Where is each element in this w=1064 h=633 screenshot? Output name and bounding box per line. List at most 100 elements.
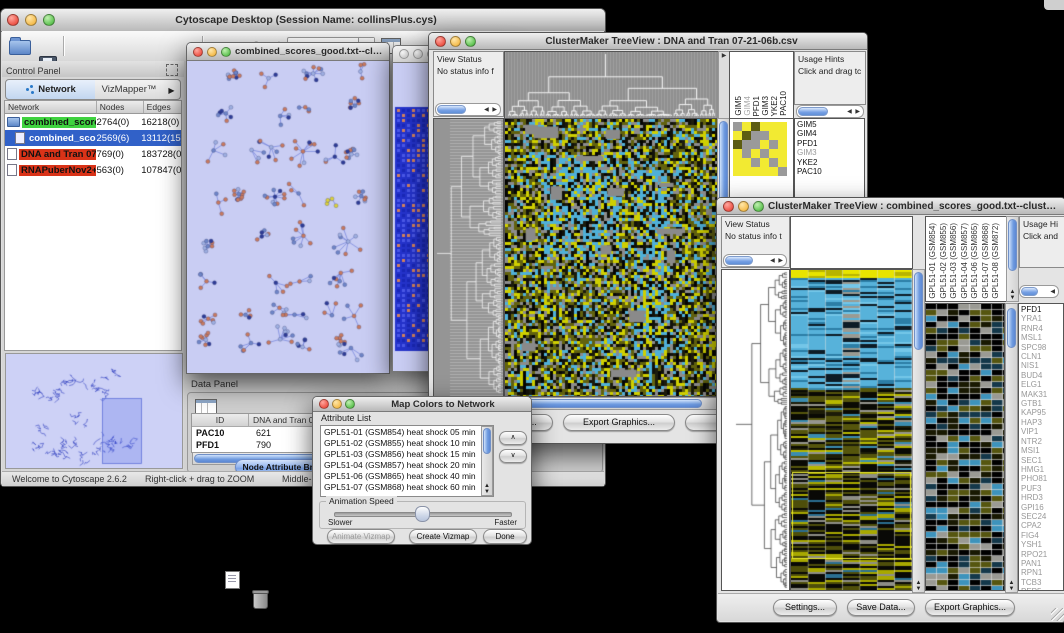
gene-item[interactable]: SPC98 (1019, 343, 1063, 352)
col-network[interactable]: Network (5, 101, 97, 113)
animate-vizmap-button[interactable]: Animate Vizmap (327, 529, 395, 544)
dna-heatmap-canvas[interactable] (504, 118, 718, 397)
gene-item[interactable]: HRD3 (1019, 493, 1063, 502)
move-down-button[interactable]: ∨ (499, 449, 527, 463)
gene-item[interactable]: PAN1 (1019, 559, 1063, 568)
combined-save-data-button[interactable]: Save Data... (847, 599, 915, 616)
combined-export-graphics-button[interactable]: Export Graphics... (925, 599, 1015, 616)
combined-heatmap-vscrollbar[interactable]: ▲▼ (912, 269, 925, 593)
usage-hints-scrollbar[interactable]: ◀ ▶ (796, 105, 864, 118)
close-icon[interactable] (399, 49, 409, 59)
delete-attribute-icon[interactable] (253, 592, 268, 609)
dna-export-graphics-button[interactable]: Export Graphics... (563, 414, 675, 431)
network-row[interactable]: combined_scores_2764(0)16218(0) (5, 114, 181, 130)
attribute-listbox[interactable]: GPL51-01 (GSM854) heat shock 05 minGPL51… (320, 425, 494, 497)
gene-item[interactable]: PEP5 (1019, 587, 1063, 591)
zoom-window-icon[interactable] (345, 399, 355, 409)
zoomed-heatmap-canvas[interactable] (925, 303, 1005, 591)
gene-item[interactable]: MSL1 (1019, 333, 1063, 342)
network-canvas[interactable] (188, 61, 386, 371)
zoom-window-icon[interactable] (465, 36, 476, 47)
col-edges[interactable]: Edges (144, 101, 181, 113)
gene-item[interactable]: GIM3 (795, 148, 864, 157)
attribute-item[interactable]: GPL51-06 (GSM865) heat shock 40 min (321, 471, 493, 482)
gene-item[interactable]: GPI16 (1019, 503, 1063, 512)
zoom-window-icon[interactable] (43, 14, 55, 26)
view-status-scrollbar-2[interactable]: ◀ ▶ (723, 254, 787, 267)
combined-heatmap-canvas[interactable] (790, 269, 913, 591)
gene-item[interactable]: YRA1 (1019, 314, 1063, 323)
gene-item[interactable]: MSI1 (1019, 446, 1063, 455)
gene-item[interactable]: CLN1 (1019, 352, 1063, 361)
minimize-icon[interactable] (332, 399, 342, 409)
gene-item[interactable]: CPA2 (1019, 521, 1063, 530)
minimize-icon[interactable] (450, 36, 461, 47)
close-icon[interactable] (193, 47, 203, 57)
tab-network[interactable]: Network (5, 79, 97, 100)
gene-item[interactable]: GTB1 (1019, 399, 1063, 408)
gene-item[interactable]: RNR4 (1019, 324, 1063, 333)
open-file-icon[interactable] (9, 40, 31, 55)
gene-item[interactable]: YKE2 (795, 158, 864, 167)
gene-item[interactable]: TCB3 (1019, 578, 1063, 587)
gene-item[interactable]: SEC1 (1019, 456, 1063, 465)
attribute-item[interactable]: GPL51-03 (GSM856) heat shock 15 min (321, 449, 493, 460)
gene-item[interactable]: PHO81 (1019, 474, 1063, 483)
attribute-item[interactable]: GPL51-01 (GSM854) heat shock 05 min (321, 427, 493, 438)
left-dendrogram-canvas-2[interactable] (721, 269, 790, 591)
birdseye-view[interactable] (5, 353, 183, 469)
network-row[interactable]: RNAPuberNov2+|563(0)107847(0) (5, 162, 181, 178)
close-icon[interactable] (7, 14, 19, 26)
treeview-combined-titlebar[interactable]: ClusterMaker TreeView : combined_scores_… (717, 198, 1064, 215)
minimize-icon[interactable] (738, 201, 749, 212)
network-row[interactable]: combined_sco2569(6)13112(15) (5, 130, 181, 146)
minimize-icon[interactable] (25, 14, 37, 26)
gene-item[interactable]: PFD1 (1019, 305, 1063, 314)
col-nodes[interactable]: Nodes (97, 101, 144, 113)
data-col-id[interactable]: ID (192, 414, 249, 426)
new-attribute-icon[interactable] (225, 571, 240, 589)
create-vizmap-button[interactable]: Create Vizmap (409, 529, 477, 544)
gene-item[interactable]: PAC10 (795, 167, 864, 176)
attribute-item[interactable]: GPL51-04 (GSM857) heat shock 20 min (321, 460, 493, 471)
dna-heatmap-hscrollbar[interactable] (504, 397, 719, 410)
gene-item[interactable]: RPO21 (1019, 550, 1063, 559)
move-up-button[interactable]: ∧ (499, 431, 527, 445)
similarity-matrix[interactable] (733, 122, 787, 176)
resize-grip[interactable] (1051, 608, 1064, 621)
map-colors-titlebar[interactable]: Map Colors to Network (313, 397, 531, 412)
gene-item[interactable]: MAK31 (1019, 390, 1063, 399)
gene-item[interactable]: GIM4 (795, 129, 864, 138)
treeview-dna-titlebar[interactable]: ClusterMaker TreeView : DNA and Tran 07-… (429, 33, 867, 50)
minimize-icon[interactable] (207, 47, 217, 57)
attribute-item[interactable]: GPL51-02 (GSM855) heat shock 10 min (321, 438, 493, 449)
gene-item[interactable]: ELG1 (1019, 380, 1063, 389)
done-button[interactable]: Done (483, 529, 527, 544)
network-view-titlebar[interactable]: combined_scores_good.txt--cluste... (187, 43, 389, 61)
tab-vizmapper[interactable]: VizMapper™ (95, 79, 164, 100)
top-dendrogram-canvas[interactable] (504, 51, 719, 119)
gene-item[interactable]: NTR2 (1019, 437, 1063, 446)
gene-item[interactable]: PUF3 (1019, 484, 1063, 493)
float-panel-icon[interactable] (166, 64, 178, 76)
zoom-window-icon[interactable] (753, 201, 764, 212)
tab-overflow-button[interactable]: ▶ (163, 79, 181, 100)
view-status-scrollbar[interactable]: ◀ ▶ (435, 103, 501, 116)
close-icon[interactable] (723, 201, 734, 212)
gene-list-vscrollbar[interactable]: ▲▼ (1005, 303, 1018, 593)
gene-item[interactable]: NIS1 (1019, 361, 1063, 370)
attribute-list-vscrollbar[interactable]: ▲▼ (481, 426, 493, 496)
left-dendrogram-canvas[interactable] (433, 118, 504, 397)
gene-item[interactable]: FIG4 (1019, 531, 1063, 540)
close-icon[interactable] (435, 36, 446, 47)
main-titlebar[interactable]: Cytoscape Desktop (Session Name: collins… (1, 9, 605, 32)
gene-item[interactable]: HAP3 (1019, 418, 1063, 427)
settings-button[interactable]: Settings... (773, 599, 837, 616)
gene-item[interactable]: HMG1 (1019, 465, 1063, 474)
gene-item[interactable]: GIM5 (795, 120, 864, 129)
attribute-item[interactable]: GPL51-07 (GSM868) heat shock 60 min (321, 482, 493, 493)
slider-thumb[interactable] (415, 506, 430, 522)
close-icon[interactable] (319, 399, 329, 409)
gene-item[interactable]: RPN1 (1019, 568, 1063, 577)
gene-item[interactable]: PFD1 (795, 139, 864, 148)
